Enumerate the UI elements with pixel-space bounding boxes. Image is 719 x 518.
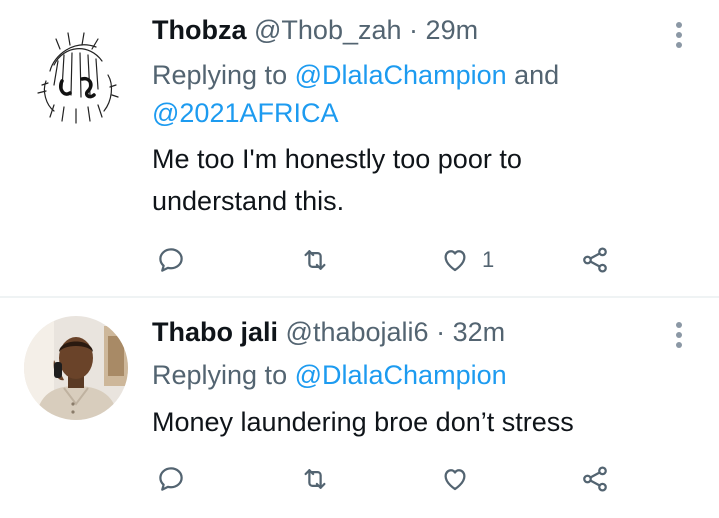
share-icon	[583, 247, 607, 273]
mention-link[interactable]: @DlalaChampion	[295, 360, 507, 390]
replying-to: Replying to @DlalaChampion	[152, 356, 507, 394]
replying-to-label: Replying to	[152, 360, 288, 390]
author-handle[interactable]: @Thob_zah	[254, 15, 402, 45]
like-icon	[444, 469, 466, 491]
retweet-icon	[304, 250, 326, 270]
timestamp[interactable]: 29m	[426, 15, 479, 45]
separator: ·	[436, 317, 446, 347]
retweet-icon	[304, 469, 326, 489]
timestamp[interactable]: 32m	[453, 317, 506, 347]
reply-button[interactable]	[156, 457, 186, 501]
share-button[interactable]	[580, 457, 610, 501]
share-icon	[583, 466, 607, 492]
replying-to-label: Replying to	[152, 60, 288, 90]
more-options-icon[interactable]	[672, 20, 686, 50]
author-name[interactable]: Thabo jali	[152, 317, 278, 347]
retweet-button[interactable]	[300, 457, 330, 501]
tweet[interactable]: Thabo jali @thabojali6 · 32m Replying to…	[0, 298, 719, 518]
avatar[interactable]	[24, 25, 128, 129]
replying-to: Replying to @DlalaChampion and @2021AFRI…	[152, 56, 672, 132]
tweet-text: Money laundering broe don’t stress	[152, 407, 574, 437]
reply-icon	[159, 248, 183, 272]
photo-avatar	[24, 316, 128, 420]
separator: ·	[409, 15, 419, 45]
sketch-drawing-avatar	[37, 32, 119, 124]
author-name[interactable]: Thobza	[152, 15, 247, 45]
like-button[interactable]	[440, 457, 470, 501]
like-count: 1	[482, 247, 495, 272]
tweet-header: Thabo jali @thabojali6 · 32m	[152, 316, 505, 348]
retweet-button[interactable]	[300, 238, 330, 282]
reply-icon	[159, 467, 183, 491]
avatar[interactable]	[24, 316, 128, 420]
reply-button[interactable]	[156, 238, 186, 282]
like-icon	[444, 250, 466, 272]
mention-joiner: and	[514, 60, 560, 90]
action-bar: 1	[0, 238, 719, 282]
tweet[interactable]: Thobza @Thob_zah · 29m Replying to @Dlal…	[0, 0, 719, 296]
tweet-header: Thobza @Thob_zah · 29m	[152, 14, 478, 46]
mention-link[interactable]: @2021AFRICA	[152, 98, 338, 128]
author-handle[interactable]: @thabojali6	[286, 317, 429, 347]
more-options-icon[interactable]	[672, 320, 686, 350]
action-bar	[0, 457, 719, 501]
tweet-text: Me too I'm honestly too poor to understa…	[152, 144, 522, 216]
like-button[interactable]: 1	[440, 238, 494, 282]
share-button[interactable]	[580, 238, 610, 282]
mention-link[interactable]: @DlalaChampion	[295, 60, 507, 90]
